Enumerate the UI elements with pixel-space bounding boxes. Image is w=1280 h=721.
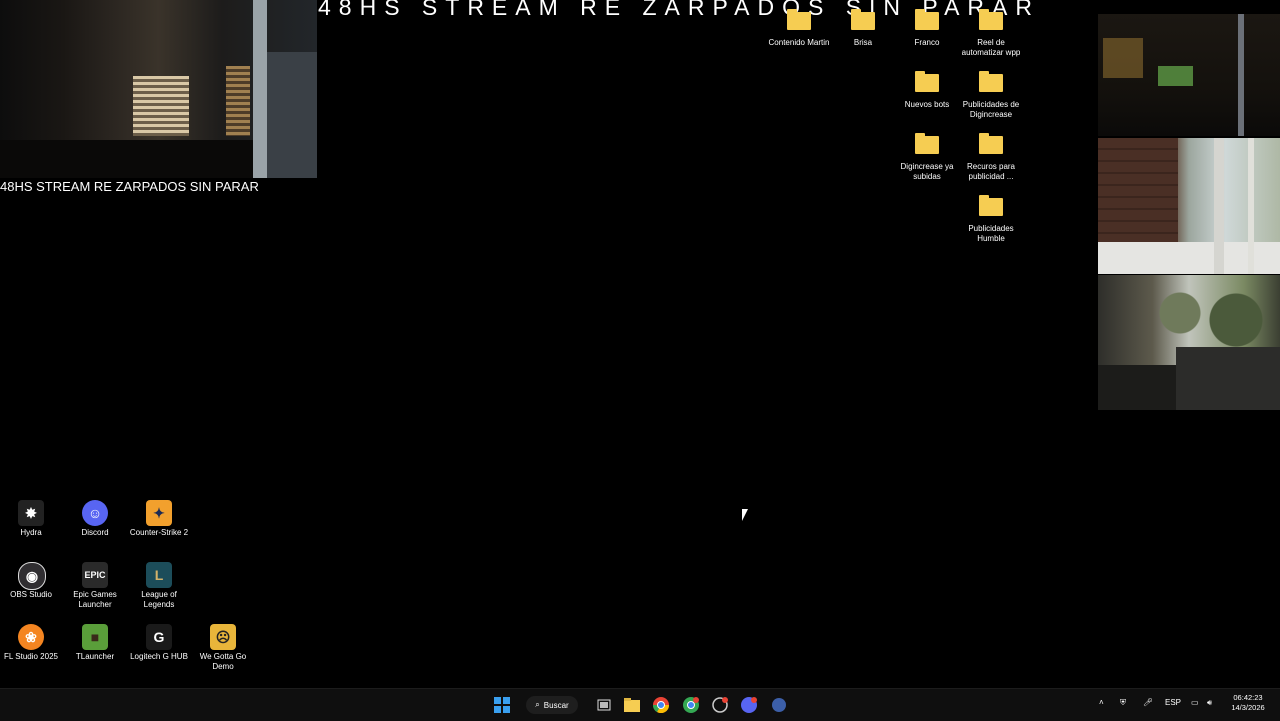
league-of-legends-icon: L (146, 562, 172, 588)
desktop-app-we-gotta-go[interactable]: ☹ We Gotta Go Demo (191, 624, 255, 672)
desktop-app-obs[interactable]: ◉ OBS Studio (0, 562, 63, 600)
taskbar-chrome-profile[interactable] (682, 696, 700, 714)
desktop-folder-publicidades-digincrease[interactable]: Publicidades de Digincrease (959, 70, 1023, 120)
taskbar-discord[interactable] (740, 696, 758, 714)
clock-date: 14/3/2026 (1231, 703, 1265, 712)
desktop-app-logitech-g-hub[interactable]: G Logitech G HUB (127, 624, 191, 662)
folder-icon (787, 9, 811, 30)
webcam-feed-right-1 (1098, 14, 1280, 136)
taskbar-clock[interactable]: 06:42:23 14/3/2026 (1226, 693, 1270, 713)
desktop-app-league-of-legends[interactable]: L League of Legends (127, 562, 191, 610)
start-button[interactable] (492, 696, 512, 714)
folder-icon (851, 9, 875, 30)
counter-strike-icon: ✦ (146, 500, 172, 526)
task-view-button[interactable] (595, 696, 613, 714)
chrome-profile-icon (683, 697, 699, 713)
taskbar-app-generic[interactable] (711, 696, 729, 714)
taskbar-obs[interactable] (770, 696, 788, 714)
windows-icon (494, 697, 510, 713)
folder-icon (979, 71, 1003, 92)
tlauncher-icon: ■ (82, 624, 108, 650)
desktop-folder-contenido-martin[interactable]: Contenido Martin (767, 8, 831, 48)
taskbar-file-explorer[interactable] (623, 696, 641, 714)
logitech-icon: G (146, 624, 172, 650)
folder-icon (979, 195, 1003, 216)
epic-games-icon: EPIC (82, 562, 108, 588)
taskbar-chrome[interactable] (652, 696, 670, 714)
desktop-folder-recursos-publicidad[interactable]: Recuros para publicidad ... (959, 132, 1023, 182)
desktop-folder-franco[interactable]: Franco (895, 8, 959, 48)
desktop-folder-digincrease-subidas[interactable]: Digincrease ya subidas (895, 132, 959, 182)
folder-icon (979, 9, 1003, 30)
desktop-app-discord[interactable]: ☺ Discord (63, 500, 127, 538)
webcam-feed-right-3 (1098, 275, 1280, 410)
desktop-app-counter-strike[interactable]: ✦ Counter-Strike 2 (127, 500, 191, 538)
task-view-icon (597, 699, 611, 711)
fl-studio-icon: ❀ (18, 624, 44, 650)
chevron-up-icon[interactable]: ˄ (1099, 698, 1104, 707)
clock-time: 06:42:23 (1233, 693, 1263, 702)
mouse-cursor (742, 509, 748, 521)
we-gotta-go-icon: ☹ (210, 624, 236, 650)
language-indicator[interactable]: ESP (1165, 698, 1181, 707)
discord-icon (741, 697, 757, 713)
desktop-folder-brisa[interactable]: Brisa (831, 8, 895, 48)
app-icon (712, 697, 728, 713)
hydra-icon: ✸ (18, 500, 44, 526)
desktop-app-hydra[interactable]: ✸ Hydra (0, 500, 63, 538)
obs-icon (772, 698, 786, 712)
search-icon: ⌕ (535, 700, 540, 709)
obs-icon: ◉ (18, 562, 46, 590)
webcam-feed-left (0, 0, 317, 178)
volume-icon[interactable]: 🔊︎ (1207, 698, 1212, 708)
desktop-app-tlauncher[interactable]: ■ TLauncher (63, 624, 127, 662)
desktop-folder-reel[interactable]: Reel de automatizar wpp (959, 8, 1023, 58)
stream-banner-left: 48HS STREAM RE ZARPADOS SIN PARAR (0, 179, 259, 194)
folder-icon (979, 133, 1003, 154)
taskbar: ⌕ Buscar ˄ ⛨ 🎤︎ ESP ▭ 🔊︎ 06:42:23 14/3/2… (0, 688, 1280, 721)
desktop-folder-publicidades-humble[interactable]: Publicidades Humble (959, 194, 1023, 244)
webcam-feed-right-2 (1098, 138, 1280, 274)
folder-icon (915, 133, 939, 154)
network-icon[interactable]: ▭ (1191, 698, 1199, 707)
search-button[interactable]: ⌕ Buscar (526, 696, 578, 714)
folder-icon (915, 71, 939, 92)
microphone-icon[interactable]: 🎤︎ (1143, 698, 1153, 707)
file-explorer-icon (624, 698, 640, 712)
discord-icon: ☺ (82, 500, 108, 526)
desktop-folder-nuevos-bots[interactable]: Nuevos bots (895, 70, 959, 110)
desktop-app-fl-studio[interactable]: ❀ FL Studio 2025 (0, 624, 63, 662)
folder-icon (915, 9, 939, 30)
chrome-icon (653, 697, 669, 713)
security-icon[interactable]: ⛨ (1120, 698, 1126, 708)
desktop-app-epic-games[interactable]: EPIC Epic Games Launcher (63, 562, 127, 610)
